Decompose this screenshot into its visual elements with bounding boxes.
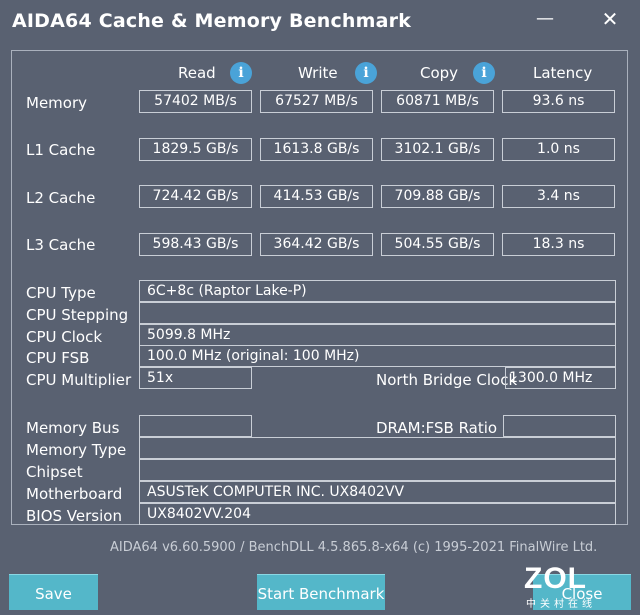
north-bridge-clock-value: 1300.0 MHz [505,367,616,389]
read-info-icon[interactable]: i [230,62,252,84]
version-footer: AIDA64 v6.60.5900 / BenchDLL 4.5.865.8-x… [110,540,598,555]
l2-read-value: 724.42 GB/s [139,185,252,208]
motherboard-value: ASUSTeK COMPUTER INC. UX8402VV [139,481,616,503]
row-label-memory: Memory [26,94,88,112]
cpu-stepping-label: CPU Stepping [26,306,129,324]
cpu-multiplier-label: CPU Multiplier [26,371,132,389]
dram-fsb-ratio-value [503,415,616,437]
window-title: AIDA64 Cache & Memory Benchmark [12,10,412,32]
bios-version-value: UX8402VV.204 [139,503,616,525]
l3-copy-value: 504.55 GB/s [381,233,494,256]
l1-write-value: 1613.8 GB/s [260,138,373,161]
cpu-multiplier-value: 51x [139,367,252,389]
cpu-clock-label: CPU Clock [26,328,103,346]
l2-copy-value: 709.88 GB/s [381,185,494,208]
memory-write-value: 67527 MB/s [260,90,373,113]
motherboard-label: Motherboard [26,485,123,503]
zol-logo: ZOL [524,562,587,595]
close-window-button[interactable]: ✕ [598,8,622,32]
memory-read-value: 57402 MB/s [139,90,252,113]
l1-copy-value: 3102.1 GB/s [381,138,494,161]
l3-read-value: 598.43 GB/s [139,233,252,256]
column-header-write: Write [298,64,338,82]
cpu-fsb-value: 100.0 MHz (original: 100 MHz) [139,345,616,367]
cpu-fsb-label: CPU FSB [26,349,90,367]
l3-latency-value: 18.3 ns [502,233,615,256]
chipset-value [139,459,616,481]
row-label-l1-cache: L1 Cache [26,141,96,159]
l1-latency-value: 1.0 ns [502,138,615,161]
row-label-l3-cache: L3 Cache [26,236,96,254]
start-benchmark-button[interactable]: Start Benchmark [257,574,385,610]
north-bridge-clock-label: North Bridge Clock [376,371,518,389]
minimize-button[interactable]: — [533,8,557,32]
save-button[interactable]: Save [9,574,98,610]
column-header-read: Read [178,64,216,82]
cpu-stepping-value [139,302,616,324]
memory-type-label: Memory Type [26,441,127,459]
zol-logo-subtitle: 中关村在线 [526,599,596,610]
l1-read-value: 1829.5 GB/s [139,138,252,161]
chipset-label: Chipset [26,463,83,481]
l2-latency-value: 3.4 ns [502,185,615,208]
l2-write-value: 414.53 GB/s [260,185,373,208]
memory-bus-label: Memory Bus [26,419,120,437]
bios-version-label: BIOS Version [26,507,122,525]
title-bar: AIDA64 Cache & Memory Benchmark — ✕ [0,0,640,42]
column-header-latency: Latency [533,64,593,82]
memory-latency-value: 93.6 ns [502,90,615,113]
l3-write-value: 364.42 GB/s [260,233,373,256]
memory-type-value [139,437,616,459]
copy-info-icon[interactable]: i [473,62,495,84]
memory-copy-value: 60871 MB/s [381,90,494,113]
row-label-l2-cache: L2 Cache [26,189,96,207]
write-info-icon[interactable]: i [355,62,377,84]
cpu-clock-value: 5099.8 MHz [139,324,616,346]
column-header-copy: Copy [420,64,459,82]
memory-bus-value [139,415,252,437]
zol-watermark: ZOL 中关村在线 [524,562,600,610]
cpu-type-value: 6C+8c (Raptor Lake-P) [139,280,616,302]
cpu-type-label: CPU Type [26,284,96,302]
dram-fsb-ratio-label: DRAM:FSB Ratio [376,419,498,437]
